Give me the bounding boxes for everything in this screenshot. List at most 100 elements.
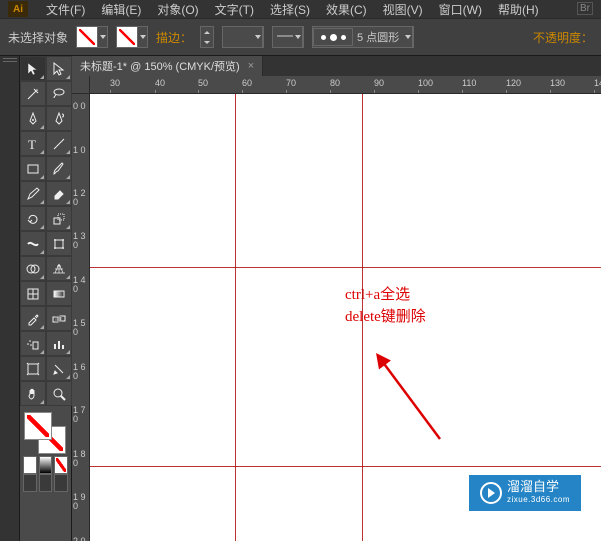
ruler-tick: 130 [550, 78, 565, 88]
scale-tool[interactable] [46, 206, 72, 231]
ruler-tick: 1 0 [73, 146, 86, 155]
fill-stroke-box[interactable] [20, 408, 71, 456]
ruler-tick: 30 [110, 78, 120, 88]
play-icon [480, 482, 502, 504]
opacity-label: 不透明度： [533, 29, 593, 46]
blend-tool[interactable] [46, 306, 72, 331]
ruler-tick: 1 9 0 [73, 493, 89, 511]
stroke-swatch[interactable] [116, 26, 138, 48]
ruler-tick: 1 5 0 [73, 319, 89, 337]
mesh-tool[interactable] [20, 281, 46, 306]
vertical-ruler[interactable]: 0 01 01 2 01 3 01 4 01 5 01 6 01 7 01 8 … [72, 94, 90, 541]
horizontal-ruler[interactable]: 30405060708090100110120130140 [90, 76, 601, 94]
hand-tool[interactable] [20, 381, 46, 406]
ruler-tick: 50 [198, 78, 208, 88]
guide-vertical[interactable] [235, 94, 236, 541]
left-dock[interactable] [0, 56, 20, 541]
document-area: 未标题-1* @ 150% (CMYK/预览) × 30405060708090… [72, 56, 601, 541]
stroke-style-combo[interactable] [272, 26, 304, 48]
document-tab[interactable]: 未标题-1* @ 150% (CMYK/预览) × [72, 56, 263, 76]
ruler-tick: 80 [330, 78, 340, 88]
annotation-line1: ctrl+a全选 [345, 284, 426, 306]
menu-effect[interactable]: 效果(C) [320, 0, 373, 20]
column-graph-tool[interactable] [46, 331, 72, 356]
free-transform-tool[interactable] [46, 231, 72, 256]
bridge-badge[interactable]: Br [577, 2, 593, 15]
menu-help[interactable]: 帮助(H) [492, 0, 545, 20]
line-tool[interactable] [46, 131, 72, 156]
curvature-tool[interactable] [46, 106, 72, 131]
ruler-tick: 100 [418, 78, 433, 88]
ruler-tick: 70 [286, 78, 296, 88]
ruler-tick: 90 [374, 78, 384, 88]
menu-object[interactable]: 对象(O) [151, 0, 204, 20]
stroke-weight-stepper[interactable] [200, 26, 214, 48]
paintbrush-tool[interactable] [46, 156, 72, 181]
ruler-tick: 140 [594, 78, 601, 88]
width-tool[interactable] [20, 231, 46, 256]
menu-window[interactable]: 窗口(W) [433, 0, 488, 20]
type-tool[interactable]: T [20, 131, 46, 156]
dock-grip[interactable] [0, 56, 19, 64]
gradient-tool[interactable] [46, 281, 72, 306]
magic-wand-tool[interactable] [20, 81, 46, 106]
annotation-text: ctrl+a全选 delete键删除 [345, 284, 426, 328]
artboard-tool[interactable] [20, 356, 46, 381]
ruler-tick: 40 [155, 78, 165, 88]
zoom-tool[interactable] [46, 381, 72, 406]
ruler-tick: 1 7 0 [73, 406, 89, 424]
perspective-grid-tool[interactable] [46, 256, 72, 281]
ruler-tick: 1 3 0 [73, 232, 89, 250]
fill-color[interactable] [24, 412, 52, 440]
pencil-tool[interactable] [20, 181, 46, 206]
close-tab-icon[interactable]: × [248, 60, 254, 72]
brush-combo[interactable]: 5 点圆形 [312, 26, 414, 48]
menu-view[interactable]: 视图(V) [377, 0, 429, 20]
direct-selection-tool[interactable] [46, 56, 72, 81]
guide-vertical[interactable] [362, 94, 363, 541]
draw-inside[interactable] [54, 474, 68, 492]
watermark-cn: 溜溜自学 [507, 480, 570, 493]
gradient-button[interactable] [39, 456, 53, 474]
menubar: Ai 文件(F) 编辑(E) 对象(O) 文字(T) 选择(S) 效果(C) 视… [0, 0, 601, 18]
solid-color-button[interactable] [23, 456, 37, 474]
canvas[interactable]: ctrl+a全选 delete键删除 溜溜自学 zixue.3d66.com [90, 94, 601, 541]
svg-text:T: T [28, 137, 36, 152]
symbol-sprayer-tool[interactable] [20, 331, 46, 356]
pen-tool[interactable] [20, 106, 46, 131]
control-bar: 未选择对象 描边： 5 点圆形 不透明度： [0, 18, 601, 56]
menu-edit[interactable]: 编辑(E) [95, 0, 147, 20]
none-color-button[interactable] [54, 456, 68, 474]
draw-behind[interactable] [39, 474, 53, 492]
ruler-tick: 1 2 0 [73, 189, 89, 207]
guide-horizontal[interactable] [90, 267, 601, 268]
menu-select[interactable]: 选择(S) [264, 0, 316, 20]
stroke-weight-combo[interactable] [222, 26, 264, 48]
selection-tool[interactable] [20, 56, 46, 81]
menu-file[interactable]: 文件(F) [40, 0, 91, 20]
eyedropper-tool[interactable] [20, 306, 46, 331]
annotation-line2: delete键删除 [345, 306, 426, 328]
draw-normal[interactable] [23, 474, 37, 492]
rotate-tool[interactable] [20, 206, 46, 231]
eraser-tool[interactable] [46, 181, 72, 206]
shape-builder-tool[interactable] [20, 256, 46, 281]
fill-swatch[interactable] [76, 26, 98, 48]
toolbox: T [20, 56, 72, 541]
selection-status: 未选择对象 [8, 29, 68, 46]
app-logo: Ai [8, 1, 28, 17]
lasso-tool[interactable] [46, 81, 72, 106]
slice-tool[interactable] [46, 356, 72, 381]
ruler-tick: 1 4 0 [73, 276, 89, 294]
tool-grid: T [20, 56, 71, 406]
color-mode-row [20, 456, 71, 474]
guide-horizontal[interactable] [90, 466, 601, 467]
rectangle-tool[interactable] [20, 156, 46, 181]
ruler-tick: 120 [506, 78, 521, 88]
brush-preview [313, 28, 353, 46]
stroke-dropdown[interactable] [138, 26, 148, 48]
ruler-tick: 1 8 0 [73, 450, 89, 468]
ruler-tick: 1 6 0 [73, 363, 89, 381]
fill-dropdown[interactable] [98, 26, 108, 48]
menu-type[interactable]: 文字(T) [209, 0, 260, 20]
